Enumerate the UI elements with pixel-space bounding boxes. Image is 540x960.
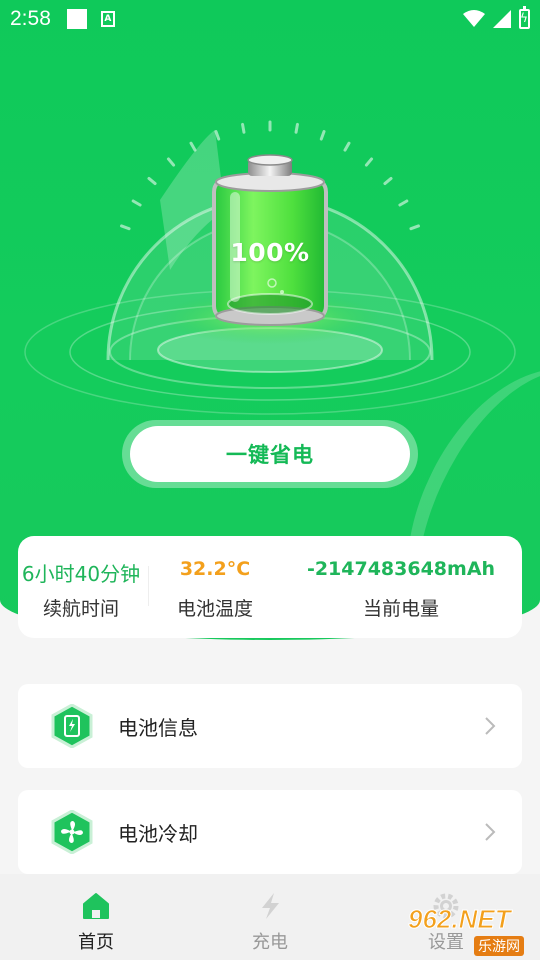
gauge-tick bbox=[147, 176, 157, 186]
watermark-logo: 962.NET 乐游网 bbox=[402, 904, 538, 958]
gauge-tick bbox=[241, 122, 246, 134]
stat-capacity-value: -2147483648mAh bbox=[306, 558, 496, 580]
notification-a-icon: A bbox=[100, 11, 115, 27]
gauge-tick bbox=[364, 157, 374, 167]
gauge-tick bbox=[294, 122, 299, 134]
stat-capacity: -2147483648mAh 当前电量 bbox=[296, 536, 506, 638]
notification-square-icon bbox=[66, 9, 87, 29]
gauge-tick bbox=[131, 199, 142, 207]
lightning-icon bbox=[262, 893, 279, 919]
gauge-tick bbox=[398, 199, 409, 207]
stat-temperature-value: 32.2°C bbox=[179, 558, 251, 580]
chevron-right-icon bbox=[485, 717, 496, 735]
status-icons bbox=[463, 6, 530, 29]
stat-capacity-label: 当前电量 bbox=[362, 598, 439, 620]
stat-endurance-value: 6小时40分钟 bbox=[21, 562, 141, 586]
fan-icon bbox=[51, 810, 93, 854]
gauge-tick bbox=[343, 141, 351, 152]
stats-card: 6小时40分钟 续航时间 32.2°C 电池温度 -2147483648mAh … bbox=[18, 536, 522, 638]
stat-endurance-label: 续航时间 bbox=[42, 598, 119, 620]
stat-endurance: 6小时40分钟 续航时间 bbox=[12, 536, 150, 638]
status-time: 2:58 bbox=[10, 7, 51, 30]
gauge-tick bbox=[166, 157, 176, 167]
battery-info-icon bbox=[51, 704, 93, 748]
stat-temperature: 32.2°C 电池温度 bbox=[150, 536, 280, 638]
nav-home-label: 首页 bbox=[78, 932, 114, 953]
home-icon bbox=[83, 893, 109, 919]
gauge-tick bbox=[120, 224, 131, 231]
feature-battery-info-title: 电池信息 bbox=[118, 716, 198, 740]
watermark-sub: 乐游网 bbox=[474, 936, 524, 956]
nav-home[interactable]: 首页 bbox=[36, 874, 156, 960]
wifi-icon bbox=[463, 10, 485, 27]
nav-charge[interactable]: 充电 bbox=[210, 874, 330, 960]
signal-icon bbox=[493, 10, 511, 28]
stat-divider bbox=[148, 566, 149, 606]
gauge-tick bbox=[383, 176, 393, 186]
gauge-tick bbox=[319, 130, 326, 141]
chevron-right-icon bbox=[485, 823, 496, 841]
feature-battery-info[interactable]: 电池信息 bbox=[18, 684, 522, 768]
nav-charge-label: 充电 bbox=[252, 932, 288, 953]
watermark-main: 962.NET bbox=[408, 904, 512, 935]
feature-battery-cooling-title: 电池冷却 bbox=[118, 822, 198, 846]
stat-temperature-label: 电池温度 bbox=[176, 598, 253, 620]
gauge-tick bbox=[189, 141, 197, 152]
gauge-tick bbox=[409, 224, 420, 231]
feature-battery-cooling[interactable]: 电池冷却 bbox=[18, 790, 522, 874]
battery-percent: 100% bbox=[230, 238, 310, 267]
battery-charging-icon bbox=[519, 6, 530, 29]
one-key-save-button[interactable]: 一键省电 bbox=[130, 426, 410, 482]
status-bar: 2:58 A bbox=[0, 0, 540, 38]
gauge-tick bbox=[214, 130, 221, 141]
